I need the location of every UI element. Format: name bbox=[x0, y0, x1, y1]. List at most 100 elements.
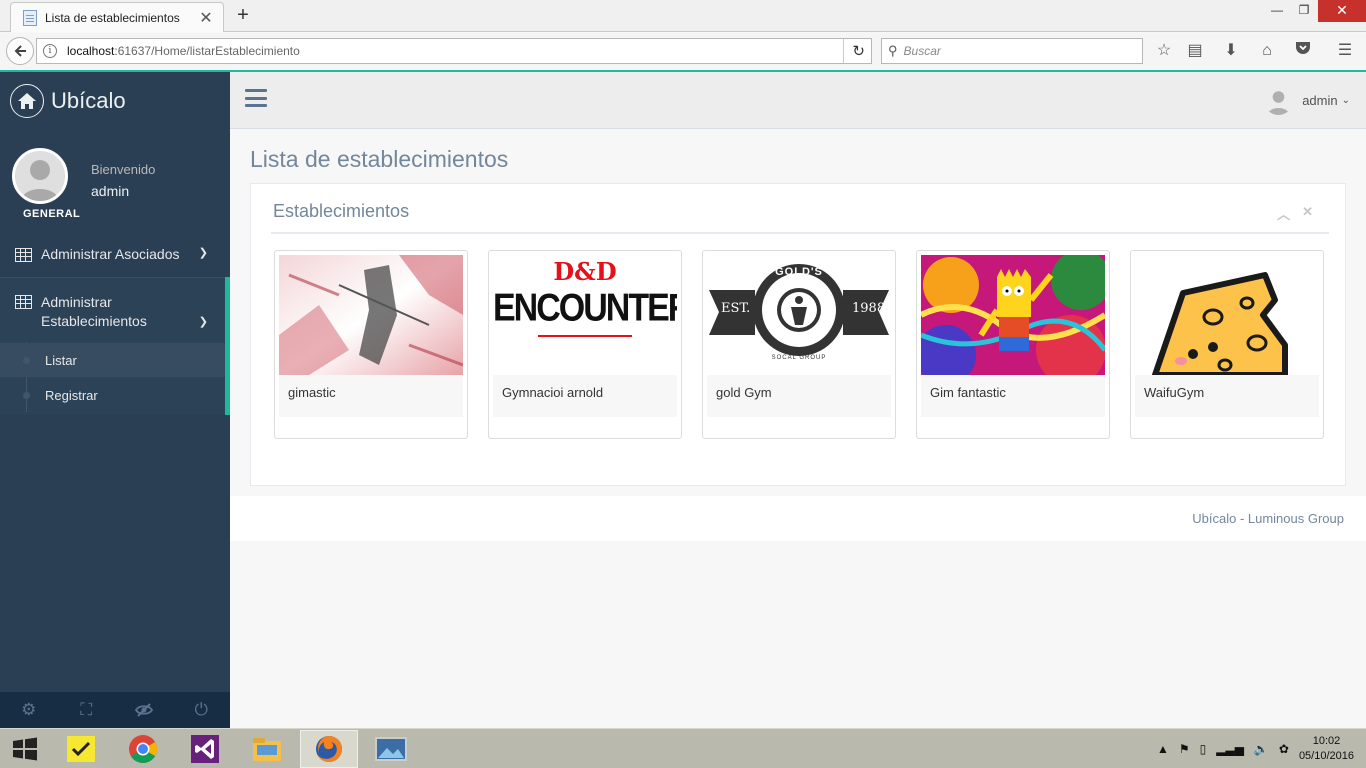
url-bar[interactable]: i localhost:61637/Home/listarEstablecimi… bbox=[36, 38, 872, 64]
menu-icon[interactable]: ☰ bbox=[1334, 41, 1356, 61]
brand-title: Ubícalo bbox=[51, 88, 126, 113]
photos-app-icon[interactable] bbox=[362, 730, 420, 768]
chevron-up-icon[interactable]: ▲ bbox=[1157, 742, 1169, 756]
submenu-item-listar[interactable]: Listar bbox=[0, 343, 225, 377]
page-title: Lista de establecimientos bbox=[250, 146, 509, 172]
reload-icon[interactable]: ↻ bbox=[843, 39, 865, 63]
info-icon[interactable]: i bbox=[43, 44, 57, 58]
user-menu-name: admin bbox=[1302, 93, 1338, 108]
footer: Ubícalo - Luminous Group bbox=[230, 496, 1366, 541]
sidebar-footer: ⚙ ⛶ ⏻ bbox=[0, 692, 230, 728]
establishments-panel: Establecimientos ︿ ✕ gimastic D&D ENCOUN… bbox=[250, 183, 1346, 486]
user-menu[interactable]: admin ⌄ bbox=[1264, 86, 1350, 115]
menu-item-establecimientos[interactable]: Administrar Establecimientos ❯ bbox=[0, 293, 230, 331]
panel-tools: ︿ ✕ bbox=[1277, 204, 1313, 223]
browser-tab[interactable]: Lista de establecimientos ✕ bbox=[10, 2, 224, 32]
panel-divider bbox=[271, 232, 1329, 234]
establishment-card[interactable]: EST. 1988 GOLD'S GYM SOCAL GROUP gold Gy… bbox=[702, 250, 896, 439]
card-image: EST. 1988 GOLD'S GYM SOCAL GROUP bbox=[707, 255, 891, 375]
card-title: gimastic bbox=[279, 375, 463, 417]
chrome-app-icon[interactable] bbox=[114, 730, 172, 768]
gold-sub-text: SOCAL GROUP bbox=[771, 355, 827, 361]
close-icon[interactable]: ✕ bbox=[1302, 204, 1313, 223]
section-label: GENERAL bbox=[23, 208, 81, 220]
taskbar: ▲ ⚑ ▯ ▂▃▅ 🔈 ✿ 10:02 05/10/2016 bbox=[0, 728, 1366, 768]
page-icon bbox=[23, 9, 37, 26]
firefox-app-icon[interactable] bbox=[300, 730, 358, 768]
card-title: WaifuGym bbox=[1135, 375, 1319, 417]
volume-icon[interactable]: 🔈 bbox=[1254, 742, 1269, 756]
menu-item-label: Administrar Asociados bbox=[41, 246, 180, 262]
url-host: localhost bbox=[67, 44, 115, 58]
menu-item-label: Administrar Establecimientos bbox=[41, 294, 147, 329]
system-tray: ▲ ⚑ ▯ ▂▃▅ 🔈 ✿ 10:02 05/10/2016 bbox=[1157, 729, 1354, 768]
clock-time: 10:02 bbox=[1312, 735, 1341, 747]
chevron-down-icon: ⌄ bbox=[1341, 95, 1350, 106]
menu-toggle-icon[interactable] bbox=[245, 89, 267, 107]
settings-icon[interactable]: ⚙ bbox=[0, 692, 58, 728]
file-explorer-app-icon[interactable] bbox=[238, 730, 296, 768]
clock[interactable]: 10:02 05/10/2016 bbox=[1299, 734, 1354, 764]
establishment-card[interactable]: gimastic bbox=[274, 250, 468, 439]
eye-slash-icon[interactable] bbox=[115, 692, 173, 728]
browser-tabbar: Lista de establecimientos ✕ + — ❐ ✕ bbox=[0, 0, 1366, 32]
top-nav: admin ⌄ bbox=[230, 72, 1366, 129]
home-icon bbox=[10, 84, 44, 118]
card-title: gold Gym bbox=[707, 375, 891, 417]
search-placeholder: Buscar bbox=[903, 44, 941, 58]
back-button[interactable] bbox=[6, 37, 34, 65]
tab-title: Lista de establecimientos bbox=[45, 10, 180, 25]
power-plug-icon[interactable]: ▯ bbox=[1200, 742, 1207, 756]
gold-est-text: EST. bbox=[721, 301, 751, 316]
card-image bbox=[921, 255, 1105, 375]
table-icon bbox=[15, 248, 32, 262]
flag-icon[interactable]: ⚑ bbox=[1179, 742, 1190, 756]
power-icon[interactable]: ⏻ bbox=[173, 692, 231, 728]
restore-button[interactable]: ❐ bbox=[1290, 0, 1318, 22]
new-tab-button[interactable]: + bbox=[232, 4, 254, 27]
establishment-card[interactable]: Gim fantastic bbox=[916, 250, 1110, 439]
visual-studio-app-icon[interactable] bbox=[176, 730, 234, 768]
footer-text: Ubícalo - Luminous Group bbox=[1192, 511, 1344, 526]
brand-link[interactable]: Ubícalo bbox=[10, 84, 126, 118]
panel-title: Establecimientos bbox=[273, 201, 410, 221]
windows-start-button[interactable] bbox=[0, 730, 50, 768]
establishment-card[interactable]: D&D ENCOUNTERS Gymnacioi arnold bbox=[488, 250, 682, 439]
dnd-logo-main: ENCOUNTERS bbox=[493, 286, 677, 330]
establishment-card[interactable]: WaifuGym bbox=[1130, 250, 1324, 439]
sync-icon[interactable]: ✿ bbox=[1279, 742, 1289, 756]
card-list: gimastic D&D ENCOUNTERS Gymnacioi arnold bbox=[274, 250, 1324, 439]
profile-name: admin bbox=[91, 183, 130, 199]
url-path: :61637/Home/listarEstablecimiento bbox=[114, 44, 300, 58]
reading-list-icon[interactable]: ▤ bbox=[1184, 41, 1206, 61]
pocket-icon[interactable] bbox=[1292, 41, 1314, 61]
avatar bbox=[12, 148, 68, 204]
sidebar: Ubícalo Bienvenido admin GENERAL Adminis… bbox=[0, 72, 230, 728]
gold-gym-text: GYM bbox=[784, 335, 814, 346]
card-image bbox=[279, 255, 463, 375]
menu-item-asociados[interactable]: Administrar Asociados ❯ bbox=[0, 246, 230, 262]
clock-date: 05/10/2016 bbox=[1298, 750, 1354, 762]
chevron-up-icon[interactable]: ︿ bbox=[1277, 204, 1290, 223]
close-window-button[interactable]: ✕ bbox=[1318, 0, 1366, 22]
home-icon[interactable]: ⌂ bbox=[1256, 41, 1278, 61]
submenu-item-registrar[interactable]: Registrar bbox=[0, 378, 225, 412]
bullet-icon bbox=[23, 391, 30, 399]
fullscreen-icon[interactable]: ⛶ bbox=[58, 692, 116, 728]
dnd-logo-top: D&D bbox=[553, 257, 617, 286]
dnd-underline bbox=[538, 335, 632, 337]
search-bar[interactable]: ⚲ Buscar bbox=[881, 38, 1143, 64]
browser-navbar: i localhost:61637/Home/listarEstablecimi… bbox=[0, 33, 1366, 69]
bookmark-star-icon[interactable]: ☆ bbox=[1153, 41, 1175, 61]
signal-icon[interactable]: ▂▃▅ bbox=[1216, 742, 1244, 756]
search-icon: ⚲ bbox=[888, 43, 898, 58]
card-title: Gim fantastic bbox=[921, 375, 1105, 417]
sticky-notes-app-icon[interactable] bbox=[52, 730, 110, 768]
chevron-down-icon: ❯ bbox=[198, 247, 208, 259]
gold-year-text: 1988 bbox=[852, 301, 886, 316]
minimize-button[interactable]: — bbox=[1263, 0, 1291, 22]
bullet-icon bbox=[23, 356, 30, 364]
download-icon[interactable]: ⬇ bbox=[1220, 41, 1242, 61]
card-image: D&D ENCOUNTERS bbox=[493, 255, 677, 375]
close-tab-icon[interactable]: ✕ bbox=[197, 8, 215, 28]
